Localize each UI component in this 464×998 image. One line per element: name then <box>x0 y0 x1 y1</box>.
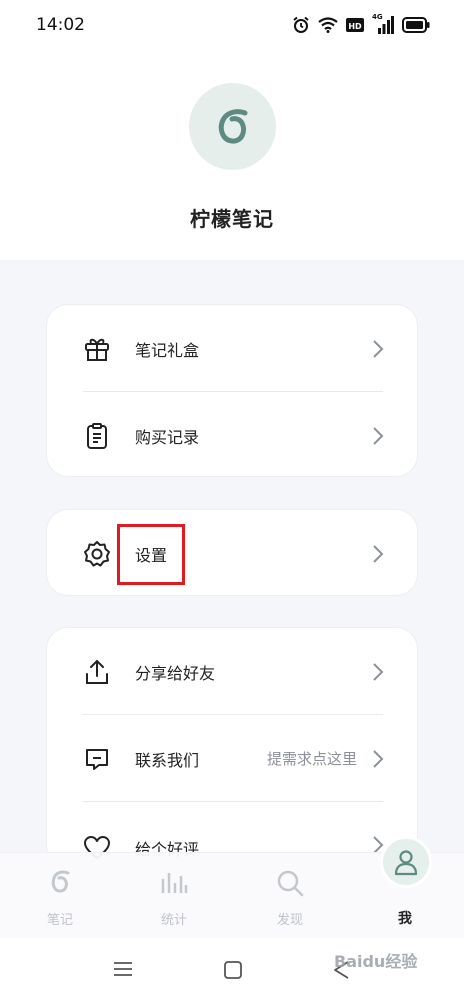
settings-highlight-box <box>117 524 185 585</box>
lemon-logo-icon <box>218 108 247 144</box>
menu-card-gifts: 笔记礼盒 购买记录 <box>46 304 418 477</box>
hd-icon: HD <box>346 18 364 32</box>
profile-header: 柠檬笔记 <box>0 50 464 260</box>
tab-stats[interactable]: 统计 <box>124 853 224 939</box>
purchase-history-label: 购买记录 <box>135 427 200 447</box>
search-icon <box>277 870 304 897</box>
menu-row-settings[interactable]: 设置 <box>47 510 419 597</box>
message-icon <box>81 743 113 775</box>
home-icon[interactable] <box>223 960 243 980</box>
tab-notes-label: 笔记 <box>46 913 73 928</box>
tab-discover-label: 发现 <box>276 913 303 928</box>
contact-label: 联系我们 <box>135 750 200 770</box>
chevron-right-icon <box>373 426 384 445</box>
tab-notes[interactable]: 笔记 <box>10 853 110 939</box>
chevron-right-icon <box>373 662 384 681</box>
wifi-icon <box>318 17 338 33</box>
status-time: 14:02 <box>36 15 85 35</box>
person-icon <box>394 850 418 876</box>
clipboard-icon <box>81 420 113 452</box>
notes-logo-icon <box>51 870 70 893</box>
menu-row-purchase-history[interactable]: 购买记录 <box>47 392 419 479</box>
contact-hint: 提需求点这里 <box>266 750 357 768</box>
baidu-watermark: Baidu经验 <box>334 952 418 971</box>
menu-row-contact[interactable]: 联系我们 提需求点这里 <box>47 715 419 802</box>
stats-bars-icon <box>161 873 188 893</box>
menu-row-gift-box[interactable]: 笔记礼盒 <box>47 305 419 392</box>
menu-icon[interactable] <box>112 960 134 978</box>
alarm-icon <box>293 16 309 33</box>
tab-discover[interactable]: 发现 <box>240 853 340 939</box>
menu-card-settings: 设置 <box>46 509 418 596</box>
menu-card-social: 分享给好友 联系我们 提需求点这里 给个好评 <box>46 627 418 867</box>
gift-box-label: 笔记礼盒 <box>135 340 200 360</box>
tab-me-label: 我 <box>398 911 412 927</box>
signal-icon: 4G <box>372 13 394 34</box>
chevron-right-icon <box>373 749 384 768</box>
tab-me[interactable] <box>380 836 432 888</box>
share-label: 分享给好友 <box>135 663 216 683</box>
battery-icon <box>402 17 430 33</box>
app-logo <box>189 83 276 170</box>
gear-icon <box>81 538 113 570</box>
app-name: 柠檬笔记 <box>190 207 274 231</box>
gift-icon <box>81 333 113 365</box>
status-bar: 14:02 HD 4G <box>0 0 464 50</box>
status-icons: HD 4G <box>292 13 430 34</box>
tab-stats-label: 统计 <box>160 913 187 928</box>
menu-row-share[interactable]: 分享给好友 <box>47 628 419 715</box>
chevron-right-icon <box>373 339 384 358</box>
chevron-right-icon <box>373 544 384 563</box>
share-icon <box>81 656 113 688</box>
svg-text:HD: HD <box>348 22 362 31</box>
